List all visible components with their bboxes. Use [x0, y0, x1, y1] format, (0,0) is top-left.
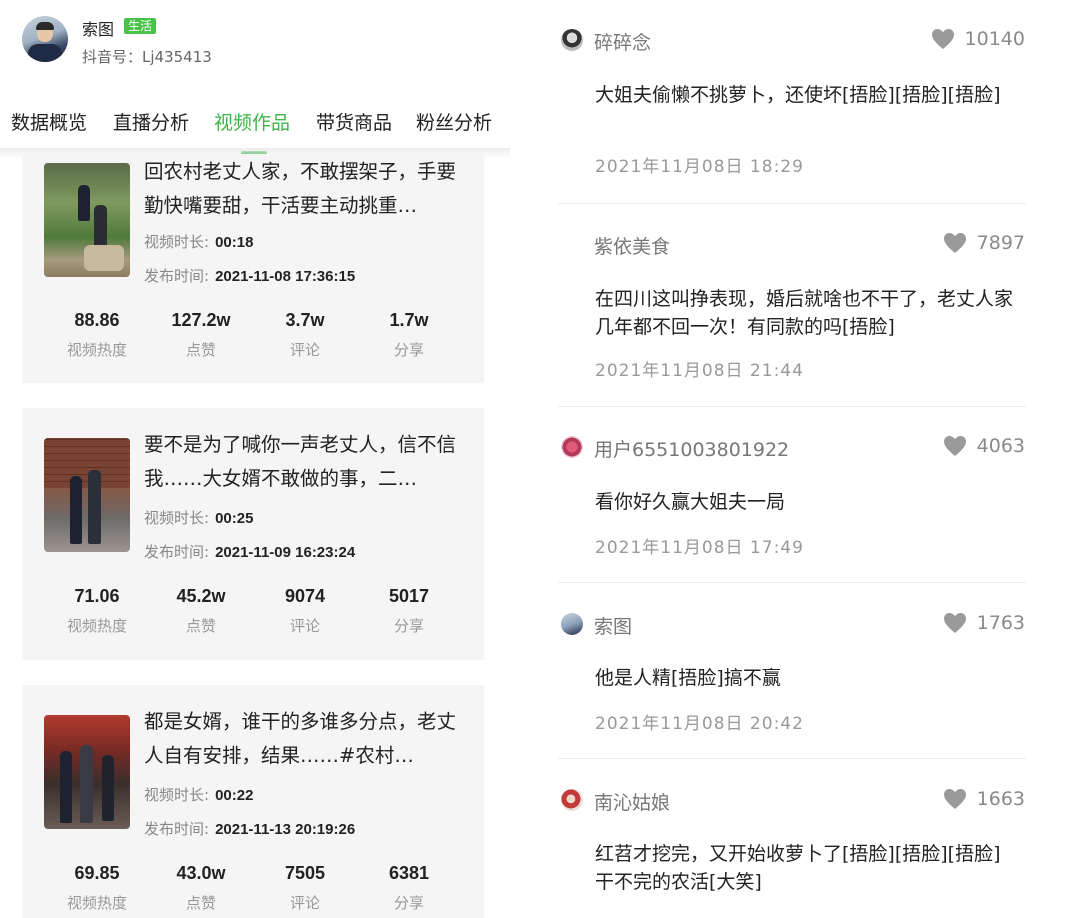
- stat-comments: 3.7w 评论: [285, 310, 325, 359]
- heart-icon[interactable]: [943, 788, 967, 810]
- stat-likes: 45.2w 点赞: [176, 586, 226, 635]
- video-title[interactable]: 回农村老丈人家，不敢摆架子，手要勤快嘴要甜，干活要主动挑重…: [144, 155, 474, 223]
- tab-video-works[interactable]: 视频作品: [214, 108, 290, 135]
- stat-heat: 71.06 视频热度: [66, 586, 127, 635]
- video-card[interactable]: 要不是为了喊你一声老丈人，信不信我……大女婿不敢做的事，二… 视频时长: 00:2…: [22, 408, 484, 660]
- stat-shares: 6381 分享: [388, 863, 430, 912]
- comment-text: 红苕才挖完，又开始收萝卜了[捂脸][捂脸][捂脸]干不完的农活[大笑]: [595, 843, 1001, 893]
- stat-likes: 127.2w 点赞: [171, 310, 231, 359]
- tab-live-analysis[interactable]: 直播分析: [113, 108, 189, 135]
- left-panel: 索图 生活 抖音号：Lj435413 数据概览 直播分析 视频作品 带货商品 粉…: [0, 0, 510, 918]
- avatar[interactable]: [561, 789, 583, 811]
- tab-goods[interactable]: 带货商品: [316, 108, 392, 135]
- heart-icon[interactable]: [943, 612, 967, 634]
- stat-heat: 69.85 视频热度: [66, 863, 127, 912]
- stat-comments: 7505 评论: [284, 863, 326, 912]
- video-card[interactable]: 回农村老丈人家，不敢摆架子，手要勤快嘴要甜，干活要主动挑重… 视频时长: 00:1…: [22, 155, 484, 383]
- comment-text: 大姐夫偷懒不挑萝卜，还使坏[捂脸][捂脸][捂脸]: [595, 84, 1001, 106]
- comment-username[interactable]: 南沁姑娘: [594, 788, 670, 815]
- video-title[interactable]: 都是女婿，谁干的多谁多分点，老丈人自有安排，结果……#农村…: [144, 705, 474, 773]
- video-publish-time: 发布时间: 2021-11-09 16:23:24: [144, 543, 356, 561]
- divider: [558, 406, 1026, 407]
- comment-username[interactable]: 紫依美食: [594, 232, 670, 259]
- comment-time: 2021年11月08日 21:44: [595, 361, 804, 381]
- avatar[interactable]: [561, 613, 583, 635]
- comment-time: 2021年11月08日 20:42: [595, 714, 804, 734]
- stat-likes: 43.0w 点赞: [176, 863, 226, 912]
- video-duration: 视频时长: 00:22: [144, 786, 254, 804]
- comment-time: 2021年11月08日 18:29: [595, 157, 804, 177]
- stat-heat: 88.86 视频热度: [66, 310, 127, 359]
- divider: [558, 758, 1026, 759]
- comments-panel: 碎碎念 10140 大姐夫偷懒不挑萝卜，还使坏[捂脸][捂脸][捂脸] 2021…: [540, 0, 1080, 918]
- divider: [558, 203, 1026, 204]
- video-card[interactable]: 都是女婿，谁干的多谁多分点，老丈人自有安排，结果……#农村… 视频时长: 00:2…: [22, 685, 484, 918]
- comment-text: 他是人精[捂脸]搞不赢: [595, 667, 781, 689]
- heart-icon[interactable]: [931, 28, 955, 50]
- like-count[interactable]: 4063: [943, 435, 1025, 457]
- tab-bar: 数据概览 直播分析 视频作品 带货商品 粉丝分析: [0, 108, 510, 154]
- divider: [558, 582, 1026, 583]
- video-thumbnail[interactable]: [44, 715, 130, 829]
- like-count[interactable]: 1763: [943, 612, 1025, 634]
- category-badge: 生活: [124, 18, 157, 34]
- tab-data-overview[interactable]: 数据概览: [11, 108, 87, 135]
- heart-icon[interactable]: [943, 435, 967, 457]
- heart-icon[interactable]: [943, 232, 967, 254]
- like-count[interactable]: 7897: [943, 232, 1025, 254]
- video-thumbnail[interactable]: [44, 438, 130, 552]
- avatar[interactable]: [561, 29, 583, 51]
- stat-shares: 5017 分享: [388, 586, 430, 635]
- stat-shares: 1.7w 分享: [389, 310, 429, 359]
- tab-fans-analysis[interactable]: 粉丝分析: [416, 108, 492, 135]
- video-title[interactable]: 要不是为了喊你一声老丈人，信不信我……大女婿不敢做的事，二…: [144, 428, 474, 496]
- stat-comments: 9074 评论: [284, 586, 326, 635]
- comment-username[interactable]: 索图: [594, 612, 632, 639]
- comment-text: 看你好久赢大姐夫一局: [595, 491, 786, 513]
- video-duration: 视频时长: 00:18: [144, 233, 254, 251]
- avatar[interactable]: [561, 436, 583, 458]
- comment-time: 2021年11月08日 17:49: [595, 538, 804, 558]
- video-duration: 视频时长: 00:25: [144, 509, 254, 527]
- avatar[interactable]: [22, 16, 68, 62]
- comment-text: 在四川这叫挣表现，婚后就啥也不干了，老丈人家几年都不回一次！有同款的吗[捂脸]: [595, 288, 1014, 338]
- like-count[interactable]: 10140: [931, 28, 1025, 50]
- comment-username[interactable]: 碎碎念: [594, 28, 651, 55]
- comment-username[interactable]: 用户6551003801922: [594, 435, 789, 462]
- like-count[interactable]: 1663: [943, 788, 1025, 810]
- video-publish-time: 发布时间: 2021-11-08 17:36:15: [144, 267, 356, 285]
- video-thumbnail[interactable]: [44, 163, 130, 277]
- douyin-id: 抖音号：Lj435413: [82, 48, 212, 66]
- profile-name: 索图: [82, 20, 115, 39]
- video-publish-time: 发布时间: 2021-11-13 20:19:26: [144, 820, 356, 838]
